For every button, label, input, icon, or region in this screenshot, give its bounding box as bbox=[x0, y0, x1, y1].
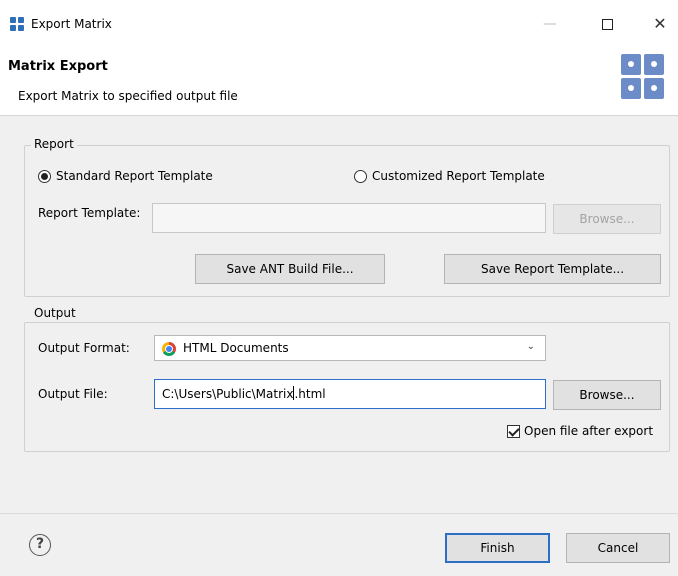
report-group-legend: Report bbox=[31, 137, 77, 151]
window-title: Export Matrix bbox=[31, 17, 112, 31]
minimize-button[interactable]: — bbox=[528, 8, 572, 40]
open-after-export-label: Open file after export bbox=[524, 424, 654, 438]
output-file-value-end: .html bbox=[294, 387, 326, 401]
output-group-legend: Output bbox=[31, 306, 79, 320]
standard-template-radio[interactable]: Standard Report Template bbox=[38, 169, 213, 183]
maximize-icon bbox=[601, 19, 613, 30]
open-after-export-checkbox[interactable]: Open file after export bbox=[507, 424, 653, 438]
report-template-label: Report Template: bbox=[38, 206, 141, 220]
output-format-value: HTML Documents bbox=[183, 341, 289, 355]
output-browse-button[interactable]: Browse... bbox=[553, 380, 661, 410]
cancel-button[interactable]: Cancel bbox=[566, 533, 670, 563]
output-format-label: Output Format: bbox=[38, 341, 130, 355]
customized-template-label: Customized Report Template bbox=[372, 169, 545, 183]
save-ant-build-button[interactable]: Save ANT Build File... bbox=[195, 254, 385, 284]
standard-template-label: Standard Report Template bbox=[56, 169, 213, 183]
output-format-select[interactable]: HTML Documents ⌄ bbox=[154, 335, 546, 361]
output-file-value-start: C:\Users\Public\Matrix bbox=[162, 387, 294, 401]
finish-button[interactable]: Finish bbox=[445, 533, 550, 563]
radio-unchecked-icon bbox=[354, 169, 367, 183]
header-title: Matrix Export bbox=[8, 59, 108, 74]
radio-checked-icon bbox=[38, 169, 51, 183]
report-browse-button: Browse... bbox=[553, 204, 661, 234]
export-matrix-dialog: Export Matrix — ✕ Matrix Export Export M… bbox=[0, 0, 678, 576]
chrome-icon bbox=[162, 342, 176, 356]
header-description: Export Matrix to specified output file bbox=[18, 89, 238, 103]
footer-separator bbox=[0, 513, 678, 514]
grid-icon bbox=[10, 17, 24, 31]
checkbox-checked-icon bbox=[507, 424, 520, 438]
title-bar[interactable]: Export Matrix — ✕ bbox=[0, 0, 678, 50]
customized-template-radio[interactable]: Customized Report Template bbox=[354, 169, 545, 183]
dialog-header: Matrix Export Export Matrix to specified… bbox=[0, 50, 678, 116]
matrix-icon bbox=[621, 54, 665, 100]
chevron-down-icon: ⌄ bbox=[526, 341, 535, 352]
maximize-button[interactable] bbox=[585, 8, 629, 40]
close-button[interactable]: ✕ bbox=[638, 8, 678, 40]
help-icon[interactable]: ? bbox=[29, 534, 51, 556]
report-template-field bbox=[152, 203, 546, 233]
output-file-label: Output File: bbox=[38, 387, 108, 401]
output-file-input[interactable]: C:\Users\Public\Matrix.html bbox=[154, 379, 546, 409]
save-report-template-button[interactable]: Save Report Template... bbox=[444, 254, 661, 284]
